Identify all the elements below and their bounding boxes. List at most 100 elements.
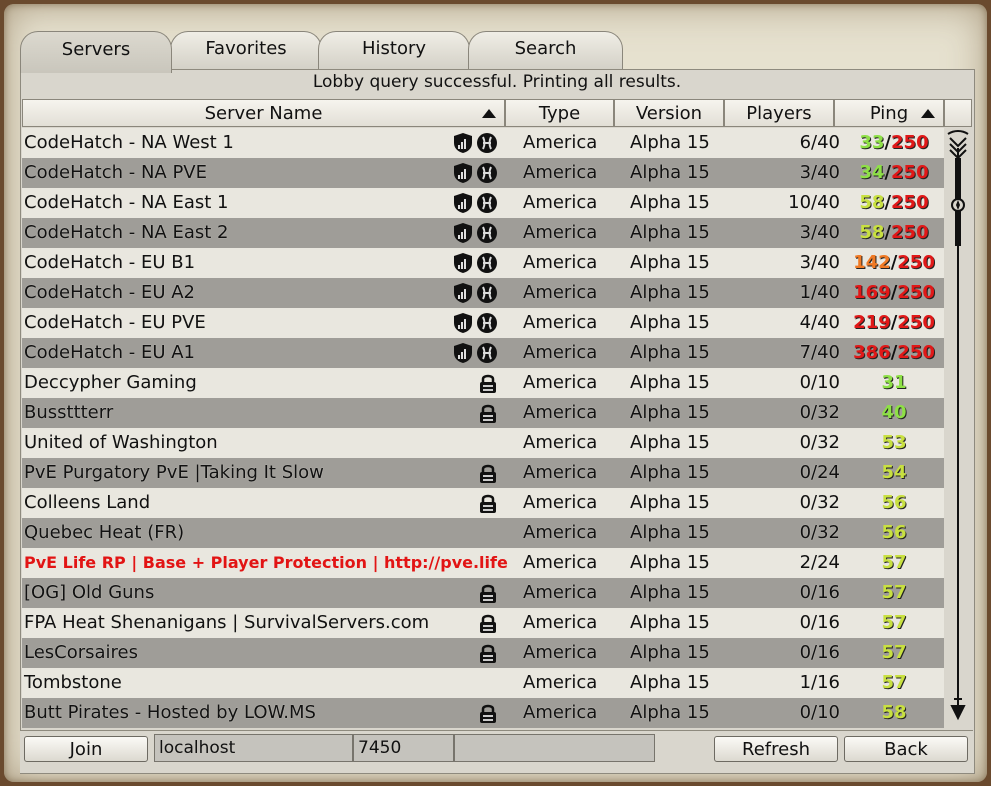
- server-icons: [452, 342, 498, 369]
- table-row[interactable]: [OG] Old Guns America Alpha 15 0/16 57: [22, 578, 944, 608]
- codehatch-logo-icon: [476, 162, 498, 189]
- table-row[interactable]: PvE Life RP | Base + Player Protection |…: [22, 548, 944, 578]
- server-version: Alpha 15: [630, 192, 710, 213]
- server-icons: [477, 702, 499, 729]
- tab-label: Search: [514, 38, 577, 59]
- server-type: America: [523, 192, 598, 213]
- scrollbar[interactable]: [944, 128, 972, 724]
- column-header-players[interactable]: Players: [724, 99, 834, 127]
- table-row[interactable]: Tombstone America Alpha 15 1/16 57: [22, 668, 944, 698]
- ping-value: 58/250: [834, 188, 954, 218]
- table-row[interactable]: Colleens Land America Alpha 15 0/32 56: [22, 488, 944, 518]
- tab-favorites[interactable]: Favorites: [170, 31, 322, 71]
- server-icons: [452, 252, 498, 279]
- sort-arrow-icon: [482, 109, 496, 118]
- button-label: Back: [884, 738, 928, 760]
- ping-number: 58: [859, 222, 885, 243]
- lock-icon: [477, 372, 499, 399]
- server-name: CodeHatch - NA East 1: [24, 192, 229, 213]
- table-row[interactable]: CodeHatch - EU A2 America Alpha 15 1/40 169/…: [22, 278, 944, 308]
- server-name: Tombstone: [24, 672, 122, 693]
- table-row[interactable]: CodeHatch - NA East 2 America Alpha 15 3/40…: [22, 218, 944, 248]
- tab-search[interactable]: Search: [468, 31, 623, 71]
- table-row[interactable]: Quebec Heat (FR) America Alpha 15 0/32 56: [22, 518, 944, 548]
- ping-shield-icon: [452, 312, 474, 339]
- table-row[interactable]: CodeHatch - EU A1 America Alpha 15 7/40 386/…: [22, 338, 944, 368]
- ping-number: 34: [859, 162, 885, 183]
- ping-value: 58/250: [834, 218, 954, 248]
- tab-servers[interactable]: Servers: [20, 31, 172, 73]
- server-type: America: [523, 672, 598, 693]
- table-row[interactable]: Deccypher Gaming America Alpha 15 0/10 31: [22, 368, 944, 398]
- table-row[interactable]: CodeHatch - NA East 1 America Alpha 15 10/4…: [22, 188, 944, 218]
- player-count: 3/40: [799, 162, 840, 183]
- table-row[interactable]: CodeHatch - NA West 1 America Alpha 15 6/40…: [22, 128, 944, 158]
- player-count: 0/24: [799, 462, 840, 483]
- table-row[interactable]: PvE Purgatory PvE |Taking It Slow America…: [22, 458, 944, 488]
- server-version: Alpha 15: [630, 582, 710, 603]
- table-row[interactable]: CodeHatch - EU PVE America Alpha 15 4/40 219…: [22, 308, 944, 338]
- tab-history[interactable]: History: [318, 31, 470, 71]
- ping-number: 31: [881, 372, 907, 393]
- table-row[interactable]: Butt Pirates - Hosted by LOW.MS America Al…: [22, 698, 944, 728]
- server-name: Quebec Heat (FR): [24, 522, 185, 543]
- server-type: America: [523, 342, 598, 363]
- ping-value: 40: [834, 398, 954, 428]
- server-version: Alpha 15: [630, 642, 710, 663]
- table-row[interactable]: LesCorsaires America Alpha 15 0/16 57: [22, 638, 944, 668]
- table-row[interactable]: Bussttterr America Alpha 15 0/32 40: [22, 398, 944, 428]
- ping-value: 57: [834, 608, 954, 638]
- server-icons: [452, 312, 498, 339]
- player-count: 7/40: [799, 342, 840, 363]
- ping-number: 58: [881, 702, 907, 723]
- codehatch-logo-icon: [476, 282, 498, 309]
- server-name: CodeHatch - EU A2: [24, 282, 195, 303]
- ping-shield-icon: [452, 222, 474, 249]
- server-name: [OG] Old Guns: [24, 582, 155, 603]
- ping-number: 58: [859, 192, 885, 213]
- player-count: 10/40: [788, 192, 840, 213]
- host-field[interactable]: localhost: [154, 734, 353, 762]
- player-count: 3/40: [799, 222, 840, 243]
- server-version: Alpha 15: [630, 492, 710, 513]
- server-list: CodeHatch - NA West 1 America Alpha 15 6/40…: [22, 128, 944, 728]
- ping-max: 250: [897, 342, 935, 363]
- join-button[interactable]: Join: [24, 736, 148, 762]
- lock-icon: [477, 492, 499, 519]
- server-name: Bussttterr: [24, 402, 114, 423]
- ping-value: 54: [834, 458, 954, 488]
- ping-max: 250: [897, 312, 935, 333]
- server-icons: [452, 192, 498, 219]
- header-label: Players: [746, 102, 812, 124]
- player-count: 2/24: [799, 552, 840, 573]
- header-label: Ping: [869, 102, 909, 124]
- table-row[interactable]: United of Washington America Alpha 15 0/32 5…: [22, 428, 944, 458]
- password-field[interactable]: [454, 734, 655, 762]
- ping-number: 386: [853, 342, 891, 363]
- header-label: Server Name: [204, 102, 323, 124]
- table-row[interactable]: FPA Heat Shenanigans | SurvivalServers.c…: [22, 608, 944, 638]
- column-header-version[interactable]: Version: [614, 99, 724, 127]
- refresh-button[interactable]: Refresh: [714, 736, 838, 762]
- server-name: CodeHatch - NA East 2: [24, 222, 229, 243]
- ping-value: 386/250: [834, 338, 954, 368]
- column-header-server-name[interactable]: Server Name: [22, 99, 505, 127]
- codehatch-logo-icon: [476, 312, 498, 339]
- server-icons: [452, 162, 498, 189]
- player-count: 4/40: [799, 312, 840, 333]
- table-row[interactable]: CodeHatch - NA PVE America Alpha 15 3/40 34/…: [22, 158, 944, 188]
- ping-value: 31: [834, 368, 954, 398]
- table-row[interactable]: CodeHatch - EU B1 America Alpha 15 3/40 142/…: [22, 248, 944, 278]
- column-header-ping[interactable]: Ping: [834, 99, 944, 127]
- header-spacer: [944, 99, 972, 127]
- server-type: America: [523, 222, 598, 243]
- status-message: Lobby query successful. Printing all res…: [312, 72, 682, 92]
- port-field[interactable]: 7450: [353, 734, 454, 762]
- server-type: America: [523, 162, 598, 183]
- ping-shield-icon: [452, 132, 474, 159]
- ping-number: 57: [881, 642, 907, 663]
- ping-value: 53: [834, 428, 954, 458]
- back-button[interactable]: Back: [844, 736, 968, 762]
- column-header-type[interactable]: Type: [505, 99, 614, 127]
- server-type: America: [523, 432, 598, 453]
